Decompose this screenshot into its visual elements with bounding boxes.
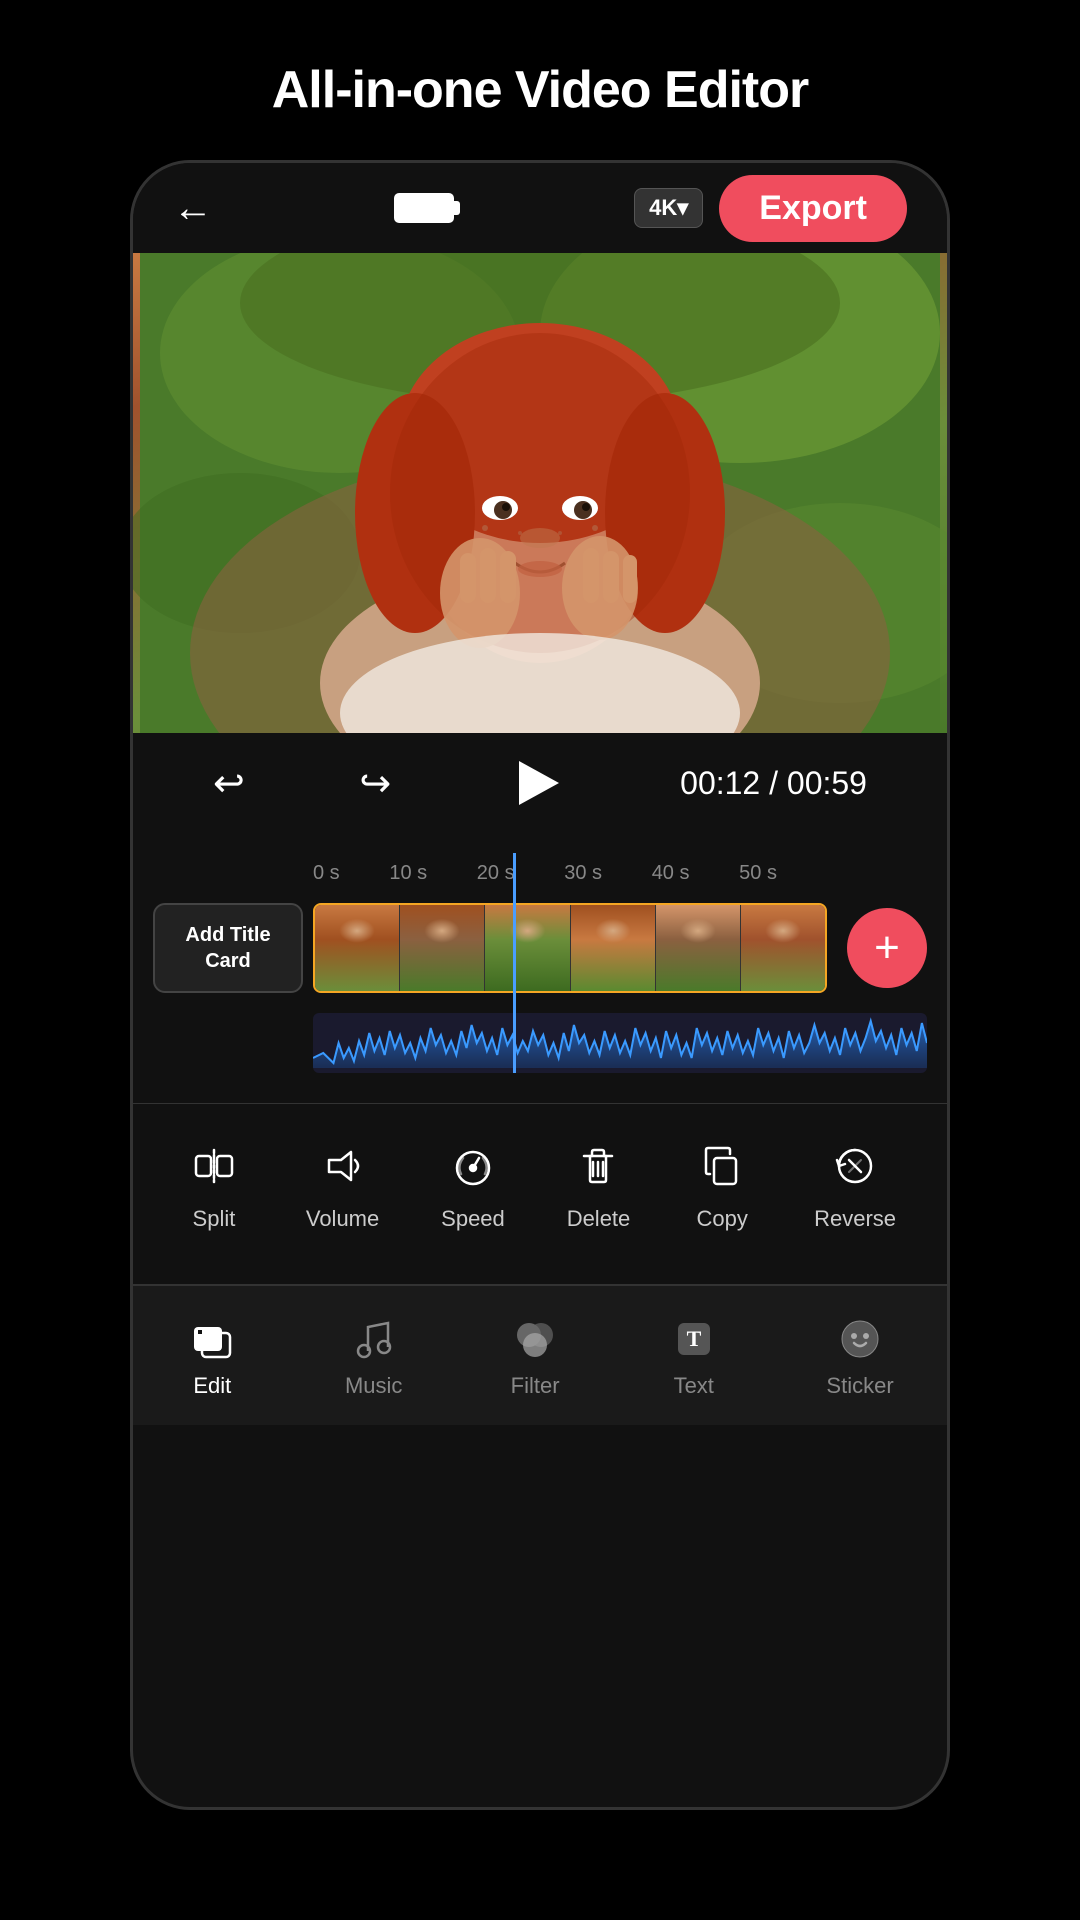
delete-icon <box>568 1136 628 1196</box>
add-clip-button[interactable]: + <box>847 908 927 988</box>
topbar-right: 4K▾ Export <box>634 175 907 242</box>
sticker-nav-label: Sticker <box>826 1373 893 1399</box>
clip-thumb-1 <box>315 905 400 991</box>
ruler-10s: 10 s <box>389 862 427 885</box>
timeline-area: 0 s 10 s 20 s 30 s 40 s 50 s Add Title C… <box>133 833 947 1425</box>
total-time: 00:59 <box>787 765 867 801</box>
ruler-40s: 40 s <box>652 862 690 885</box>
video-preview <box>133 253 947 733</box>
phone-frame: ← 4K▾ Export <box>130 160 950 1810</box>
phone-topbar: ← 4K▾ Export <box>133 163 947 253</box>
nav-sticker[interactable]: Sticker <box>826 1313 893 1399</box>
edit-nav-icon <box>186 1313 238 1365</box>
music-nav-label: Music <box>345 1373 402 1399</box>
time-display: 00:12 / 00:59 <box>680 765 867 802</box>
reverse-tool[interactable]: Reverse <box>814 1136 896 1232</box>
text-nav-icon: T <box>668 1313 720 1365</box>
clip-thumb-6 <box>741 905 825 991</box>
split-label: Split <box>193 1206 236 1232</box>
speed-icon <box>443 1136 503 1196</box>
play-button[interactable] <box>506 753 566 813</box>
title-card-line1: Add Title <box>185 922 270 948</box>
sticker-nav-icon <box>834 1313 886 1365</box>
bottom-toolbar: Split Volume <box>133 1104 947 1264</box>
battery-icon <box>394 193 454 223</box>
video-thumbnail <box>133 253 947 733</box>
undo-button[interactable]: ↩ <box>213 761 245 806</box>
back-button[interactable]: ← <box>173 186 213 231</box>
portrait-svg <box>133 253 947 733</box>
copy-icon <box>692 1136 752 1196</box>
nav-edit[interactable]: Edit <box>186 1313 238 1399</box>
delete-tool[interactable]: Delete <box>567 1136 631 1232</box>
volume-label: Volume <box>306 1206 379 1232</box>
clip-thumb-2 <box>400 905 485 991</box>
current-time: 00:12 <box>680 765 760 801</box>
ruler-0s: 0 s <box>313 862 340 885</box>
clip-thumb-3 <box>485 905 570 991</box>
waveform-container <box>313 1013 927 1073</box>
clip-strip[interactable] <box>313 903 827 993</box>
ruler-20s: 20 s <box>477 862 515 885</box>
clip-thumb-4 <box>571 905 656 991</box>
nav-music[interactable]: Music <box>345 1313 402 1399</box>
filter-nav-icon <box>509 1313 561 1365</box>
ruler-labels: 0 s 10 s 20 s 30 s 40 s 50 s <box>313 862 777 885</box>
bottom-nav: Edit Music <box>133 1285 947 1425</box>
volume-tool[interactable]: Volume <box>306 1136 379 1232</box>
music-nav-icon <box>348 1313 400 1365</box>
ruler-50s: 50 s <box>739 862 777 885</box>
play-icon <box>519 761 559 805</box>
add-title-card-button[interactable]: Add Title Card <box>153 903 303 993</box>
nav-text[interactable]: T Text <box>668 1313 720 1399</box>
time-separator: / <box>760 765 787 801</box>
edit-nav-label: Edit <box>193 1373 231 1399</box>
delete-label: Delete <box>567 1206 631 1232</box>
quality-selector[interactable]: 4K▾ <box>634 188 703 228</box>
speed-tool[interactable]: Speed <box>441 1136 505 1232</box>
clip-row: Add Title Card + <box>133 893 947 1003</box>
text-nav-label: Text <box>674 1373 714 1399</box>
volume-icon <box>313 1136 373 1196</box>
ruler-30s: 30 s <box>564 862 602 885</box>
playhead <box>513 853 516 1073</box>
controls-bar: ↩ ↪ 00:12 / 00:59 <box>133 733 947 833</box>
split-icon <box>184 1136 244 1196</box>
copy-label: Copy <box>697 1206 748 1232</box>
nav-filter[interactable]: Filter <box>509 1313 561 1399</box>
copy-tool[interactable]: Copy <box>692 1136 752 1232</box>
reverse-label: Reverse <box>814 1206 896 1232</box>
filter-nav-label: Filter <box>511 1373 560 1399</box>
waveform-row <box>133 1003 947 1083</box>
time-ruler: 0 s 10 s 20 s 30 s 40 s 50 s <box>133 853 947 893</box>
speed-label: Speed <box>441 1206 505 1232</box>
clip-thumb-5 <box>656 905 741 991</box>
page-title: All-in-one Video Editor <box>0 0 1080 160</box>
waveform-svg <box>313 1013 927 1073</box>
title-card-line2: Card <box>205 948 251 974</box>
export-button[interactable]: Export <box>719 175 907 242</box>
redo-button[interactable]: ↪ <box>359 761 391 806</box>
svg-text:T: T <box>686 1326 701 1351</box>
split-tool[interactable]: Split <box>184 1136 244 1232</box>
reverse-icon <box>825 1136 885 1196</box>
